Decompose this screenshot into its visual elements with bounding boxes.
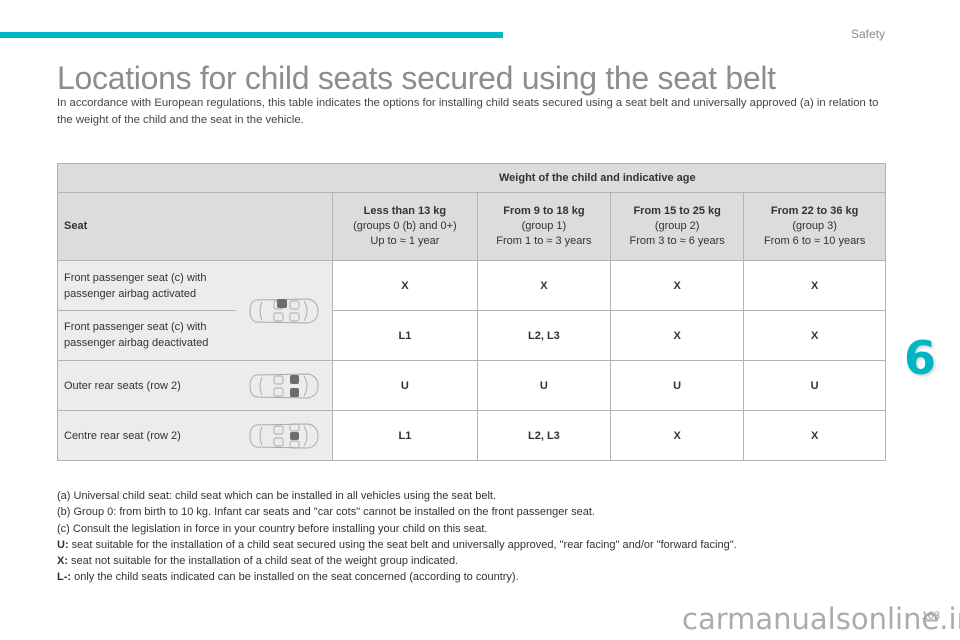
chapter-number: 6 bbox=[904, 331, 937, 385]
header-accent-bar bbox=[0, 32, 503, 38]
legend-key: X: bbox=[57, 555, 68, 568]
group-header: From 9 to 18 kg (group 1) From 1 to ≈ 3 … bbox=[476, 192, 612, 261]
value-cell: X bbox=[332, 260, 478, 311]
watermark: carmanualsonline.info bbox=[682, 602, 960, 636]
value-cell: L2, L3 bbox=[476, 410, 612, 461]
group-weight: Less than 13 kg bbox=[363, 205, 447, 217]
child-seat-table: Weight of the child and indicative age S… bbox=[57, 163, 886, 461]
seat-label: Front passenger seat (c) with passenger … bbox=[64, 321, 209, 350]
legend-key: L-: bbox=[57, 571, 72, 584]
value-cell: X bbox=[743, 310, 886, 361]
value-cell: U bbox=[332, 360, 478, 411]
value-cell: L1 bbox=[332, 410, 478, 461]
intro-paragraph: In accordance with European regulations,… bbox=[57, 97, 879, 126]
value-cell: L1 bbox=[332, 310, 478, 361]
group-label: (groups 0 (b) and 0+) bbox=[353, 220, 457, 232]
group-age: Up to ≈ 1 year bbox=[370, 235, 440, 247]
value-cell: U bbox=[610, 360, 745, 411]
footnote-text: (b) Group 0: from birth to 10 kg. Infant… bbox=[57, 506, 595, 519]
seat-label: Centre rear seat (row 2) bbox=[64, 429, 181, 442]
group-weight: From 9 to 18 kg bbox=[503, 205, 585, 217]
group-age: From 3 to ≈ 6 years bbox=[629, 235, 725, 247]
table-row: Centre rear seat (row 2) L1 L2, L3 X X bbox=[57, 410, 886, 461]
car-outer-rear-seats-icon bbox=[249, 373, 319, 398]
footnotes: (a) Universal child seat: child seat whi… bbox=[57, 488, 737, 586]
group-weight: From 15 to 25 kg bbox=[633, 205, 721, 217]
legend-text: seat suitable for the installation of a … bbox=[68, 538, 737, 551]
group-header: Less than 13 kg (groups 0 (b) and 0+) Up… bbox=[332, 192, 478, 261]
footnote-text: (a) Universal child seat: child seat whi… bbox=[57, 490, 497, 502]
group-label: (group 1) bbox=[521, 220, 567, 232]
footnote: (b) Group 0: from birth to 10 kg. Infant… bbox=[57, 504, 737, 520]
seat-cell: Front passenger seat (c) with passenger … bbox=[57, 298, 333, 361]
seat-label: Outer rear seats (row 2) bbox=[64, 379, 181, 392]
legend-l: L-: only the child seats indicated can b… bbox=[57, 569, 737, 585]
legend-text: only the child seats indicated can be in… bbox=[71, 571, 519, 584]
value-cell: X bbox=[476, 260, 612, 311]
value-cell: U bbox=[743, 360, 886, 411]
footnote: (a) Universal child seat: child seat whi… bbox=[57, 488, 737, 504]
group-age: From 6 to ≈ 10 years bbox=[763, 235, 866, 247]
table-row: Front passenger seat (c) with passenger … bbox=[57, 298, 886, 361]
value-cell: U bbox=[476, 360, 612, 411]
table-row: Outer rear seats (row 2) U U U U bbox=[57, 360, 886, 411]
footnote: (c) Consult the legislation in force in … bbox=[57, 521, 737, 537]
value-cell: X bbox=[743, 260, 886, 311]
group-header: From 22 to 36 kg (group 3) From 6 to ≈ 1… bbox=[743, 192, 886, 261]
group-weight: From 22 to 36 kg bbox=[770, 205, 859, 217]
group-header: From 15 to 25 kg (group 2) From 3 to ≈ 6… bbox=[610, 192, 745, 261]
group-label: (group 3) bbox=[792, 220, 837, 232]
legend-x: X: seat not suitable for the installatio… bbox=[57, 553, 737, 569]
value-cell: X bbox=[610, 310, 745, 361]
section-label: Safety bbox=[850, 27, 885, 41]
car-centre-rear-seat-icon bbox=[249, 423, 319, 448]
weight-header: Weight of the child and indicative age bbox=[57, 163, 886, 193]
car-front-passenger-seat-icon bbox=[249, 298, 319, 323]
seat-cell: Centre rear seat (row 2) bbox=[57, 410, 333, 461]
value-cell: L2, L3 bbox=[476, 310, 612, 361]
legend-text: seat not suitable for the installation o… bbox=[68, 555, 459, 568]
footnote-text: (c) Consult the legislation in force in … bbox=[57, 522, 488, 535]
seat-label: Front passenger seat (c) with passenger … bbox=[64, 271, 207, 300]
value-cell: X bbox=[610, 410, 745, 461]
group-label: (group 2) bbox=[654, 220, 700, 232]
row-divider bbox=[58, 309, 236, 311]
group-age: From 1 to ≈ 3 years bbox=[496, 235, 592, 247]
value-cell: X bbox=[743, 410, 886, 461]
table-row: Front passenger seat (c) with passenger … bbox=[57, 260, 886, 311]
value-cell: X bbox=[610, 260, 745, 311]
weight-header-row: Weight of the child and indicative age bbox=[57, 163, 886, 193]
seat-header: Seat bbox=[57, 192, 333, 261]
legend-key: U: bbox=[57, 538, 69, 551]
legend-u: U: seat suitable for the installation of… bbox=[57, 537, 737, 553]
page-title: Locations for child seats secured using … bbox=[57, 60, 776, 96]
group-header-row: Seat Less than 13 kg (groups 0 (b) and 0… bbox=[57, 192, 886, 261]
seat-cell: Outer rear seats (row 2) bbox=[57, 360, 333, 411]
